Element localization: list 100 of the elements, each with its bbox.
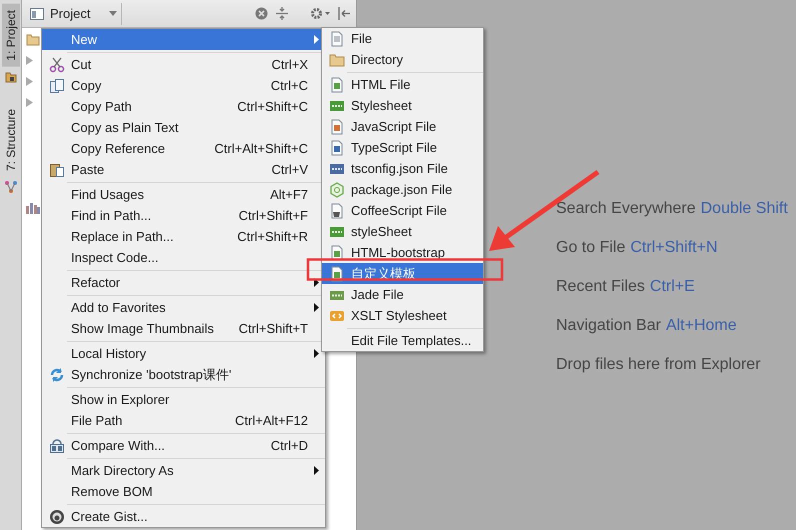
shortcut-label: Ctrl+Alt+Shift+C (214, 141, 308, 156)
folder-icon (26, 34, 40, 46)
menu-label: HTML File (351, 77, 412, 92)
collapse-icon (276, 7, 288, 20)
menu-item[interactable]: Refactor (42, 272, 325, 293)
shortcut-label: Ctrl+D (270, 438, 308, 453)
menu-item[interactable]: CoffeeScript File (322, 200, 483, 221)
menu-item[interactable]: styleSheet (322, 221, 483, 242)
menu-item[interactable]: Local History (42, 343, 325, 364)
menu-item[interactable]: HTML File (322, 74, 483, 95)
folder-icon (4, 70, 16, 83)
menu-item[interactable]: Show in Explorer (42, 389, 325, 410)
expand-arrow-icon (26, 56, 33, 65)
bar-chart-icon (26, 202, 40, 214)
paste-icon (48, 162, 64, 178)
menu-label: Copy Path (71, 99, 133, 114)
menu-item[interactable]: Compare With... Ctrl+D (42, 435, 325, 456)
compare-icon (48, 438, 64, 454)
menu-label: package.json File (351, 182, 454, 197)
menu-item[interactable]: JavaScript File (322, 116, 483, 137)
menu-item[interactable]: File Path Ctrl+Alt+F12 (42, 410, 325, 431)
menu-item[interactable]: File (322, 28, 483, 49)
coffee-file-icon (328, 202, 344, 218)
menu-item[interactable]: Copy as Plain Text (42, 117, 325, 138)
menu-label: Paste (71, 162, 106, 177)
shortcut-hint: Double Shift (700, 200, 788, 219)
menu-label: File Path (71, 413, 124, 428)
file-icon (330, 30, 344, 46)
settings-icon (310, 7, 330, 20)
menu-item[interactable]: Find in Path... Ctrl+Shift+F (42, 205, 325, 226)
tool-window-tab[interactable]: 1: Project (2, 4, 20, 67)
menu-label: styleSheet (351, 224, 413, 239)
expand-arrow-icon (26, 77, 33, 86)
menu-label: Compare With... (71, 438, 166, 453)
menu-item[interactable]: Remove BOM (42, 481, 325, 502)
menu-item[interactable]: Show Image Thumbnails Ctrl+Shift+T (42, 318, 325, 339)
hint-text: Go to File (556, 239, 626, 258)
scissors-icon (48, 56, 64, 72)
panel-icon (30, 8, 44, 20)
shortcut-label: Ctrl+Shift+F (238, 208, 308, 223)
stylesheet-icon (328, 98, 344, 112)
shortcut-hint: Ctrl+Shift+N (630, 239, 718, 258)
locate-icon (255, 7, 268, 20)
menu-label: Add to Favorites (71, 300, 167, 315)
menu-label: Copy as Plain Text (71, 120, 180, 135)
menu-label: Find Usages (71, 187, 145, 202)
menu-item[interactable]: Copy Path Ctrl+Shift+C (42, 96, 325, 117)
shortcut-label: Ctrl+X (272, 57, 308, 72)
menu-label: HTML-bootstrap (351, 245, 446, 260)
menu-label: Inspect Code... (71, 250, 160, 265)
html-file-icon (330, 244, 344, 260)
menu-item[interactable]: Inspect Code... (42, 247, 325, 268)
hint-text: Navigation Bar (556, 317, 661, 336)
menu-item[interactable]: Edit File Templates... (322, 330, 483, 351)
menu-label: Synchronize 'bootstrap课件' (71, 366, 232, 384)
menu-item[interactable]: tsconfig.json File (322, 158, 483, 179)
menu-label: Remove BOM (71, 484, 154, 499)
hint-text: Search Everywhere (556, 200, 696, 219)
menu-item[interactable]: Paste Ctrl+V (42, 159, 325, 180)
menu-item[interactable]: HTML-bootstrap (322, 242, 483, 263)
shortcut-hint: Alt+Home (666, 317, 737, 336)
menu-label: Directory (351, 52, 404, 67)
hexagon-icon (328, 182, 344, 198)
menu-label: CoffeeScript File (351, 203, 448, 218)
shortcut-label: Ctrl+Shift+C (237, 99, 308, 114)
javascript-file-icon (330, 118, 344, 134)
menu-item[interactable]: Directory (322, 49, 483, 70)
menu-label: tsconfig.json File (351, 161, 449, 176)
menu-item[interactable]: Copy Reference Ctrl+Alt+Shift+C (42, 138, 325, 159)
menu-item[interactable]: Copy Ctrl+C (42, 75, 325, 96)
menu-item[interactable]: Replace in Path... Ctrl+Shift+R (42, 226, 325, 247)
typescript-file-icon (330, 140, 344, 156)
menu-item[interactable]: Synchronize 'bootstrap课件' (42, 364, 325, 385)
menu-label: TypeScript File (351, 140, 438, 155)
menu-label: Stylesheet (351, 98, 413, 113)
menu-label: Mark Directory As (71, 463, 175, 478)
shortcut-label: Ctrl+Shift+T (238, 321, 308, 336)
tool-window-tab[interactable]: 7: Structure (2, 102, 20, 177)
menu-label: Find in Path... (71, 208, 152, 223)
menu-item[interactable]: Find Usages Alt+F7 (42, 184, 325, 205)
menu-item[interactable]: Cut Ctrl+X (42, 54, 325, 75)
menu-label: JavaScript File (351, 119, 438, 134)
menu-label: Copy Reference (71, 141, 166, 156)
menu-label: Edit File Templates... (351, 333, 472, 348)
gist-icon (48, 508, 64, 524)
menu-label: Replace in Path... (71, 229, 175, 244)
shortcut-hint: Ctrl+E (650, 278, 695, 297)
menu-item[interactable]: Add to Favorites (42, 297, 325, 318)
menu-item[interactable]: Stylesheet (322, 95, 483, 116)
json-file-icon (328, 162, 344, 176)
menu-item[interactable]: Jade File (322, 284, 483, 305)
menu-item[interactable]: XSLT Stylesheet (322, 305, 483, 326)
hide-icon (338, 7, 350, 20)
menu-item[interactable]: TypeScript File (322, 137, 483, 158)
caret-icon (109, 11, 117, 16)
menu-item[interactable]: Create Gist... (42, 506, 325, 527)
shortcut-label: Ctrl+Alt+F12 (235, 413, 308, 428)
menu-item[interactable]: package.json File (322, 179, 483, 200)
menu-label: File (351, 31, 373, 46)
menu-item[interactable]: Mark Directory As (42, 460, 325, 481)
